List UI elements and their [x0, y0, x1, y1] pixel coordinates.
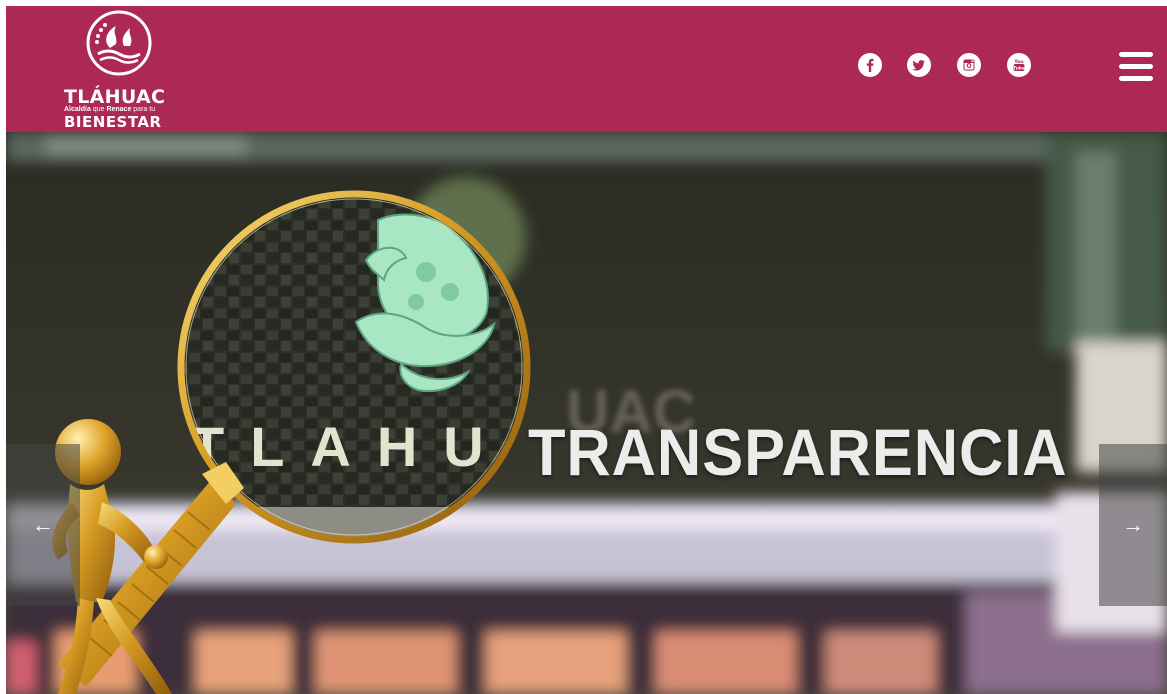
- arrow-right-icon: →: [1122, 512, 1144, 537]
- instagram-icon[interactable]: [957, 53, 981, 77]
- twitter-icon[interactable]: [907, 53, 931, 77]
- svg-text:Tube: Tube: [1013, 65, 1025, 71]
- slider-next-arrow[interactable]: →: [1099, 444, 1167, 606]
- menu-bar: [1119, 76, 1153, 81]
- menu-bar: [1119, 64, 1153, 69]
- site-logo[interactable]: TLÁHUAC Alcaldía que Renace para tu BIEN…: [58, 10, 188, 131]
- hero-slider: UAC TLAHU TRANSPARENCIA: [6, 132, 1167, 694]
- slider-prev-arrow[interactable]: ←: [6, 444, 80, 606]
- logo-tagline-post: para tu: [131, 106, 156, 113]
- hero-title: TRANSPARENCIA: [528, 415, 1068, 489]
- page-frame: TLÁHUAC Alcaldía que Renace para tu BIEN…: [6, 6, 1167, 694]
- logo-tagline-pre: Alcaldía: [64, 106, 91, 113]
- magnifier-sign-text: TLAHU: [190, 415, 510, 478]
- hamburger-menu-icon[interactable]: [1119, 52, 1155, 84]
- youtube-icon[interactable]: You Tube: [1007, 53, 1031, 77]
- hero-background-image: UAC TLAHU: [6, 132, 1167, 694]
- logo-tagline-bold: Renace: [106, 106, 132, 113]
- logo-subtitle: BIENESTAR: [64, 113, 162, 131]
- site-header: TLÁHUAC Alcaldía que Renace para tu BIEN…: [6, 6, 1167, 132]
- svg-text:You: You: [1013, 59, 1023, 65]
- logo-emblem-icon: [86, 10, 152, 76]
- facebook-icon[interactable]: [858, 53, 882, 77]
- logo-tagline: Alcaldía que Renace para tu: [64, 106, 155, 113]
- logo-title: TLÁHUAC: [64, 86, 166, 108]
- logo-tagline-mid: que: [90, 106, 107, 113]
- menu-bar: [1119, 52, 1153, 57]
- arrow-left-icon: ←: [32, 512, 54, 537]
